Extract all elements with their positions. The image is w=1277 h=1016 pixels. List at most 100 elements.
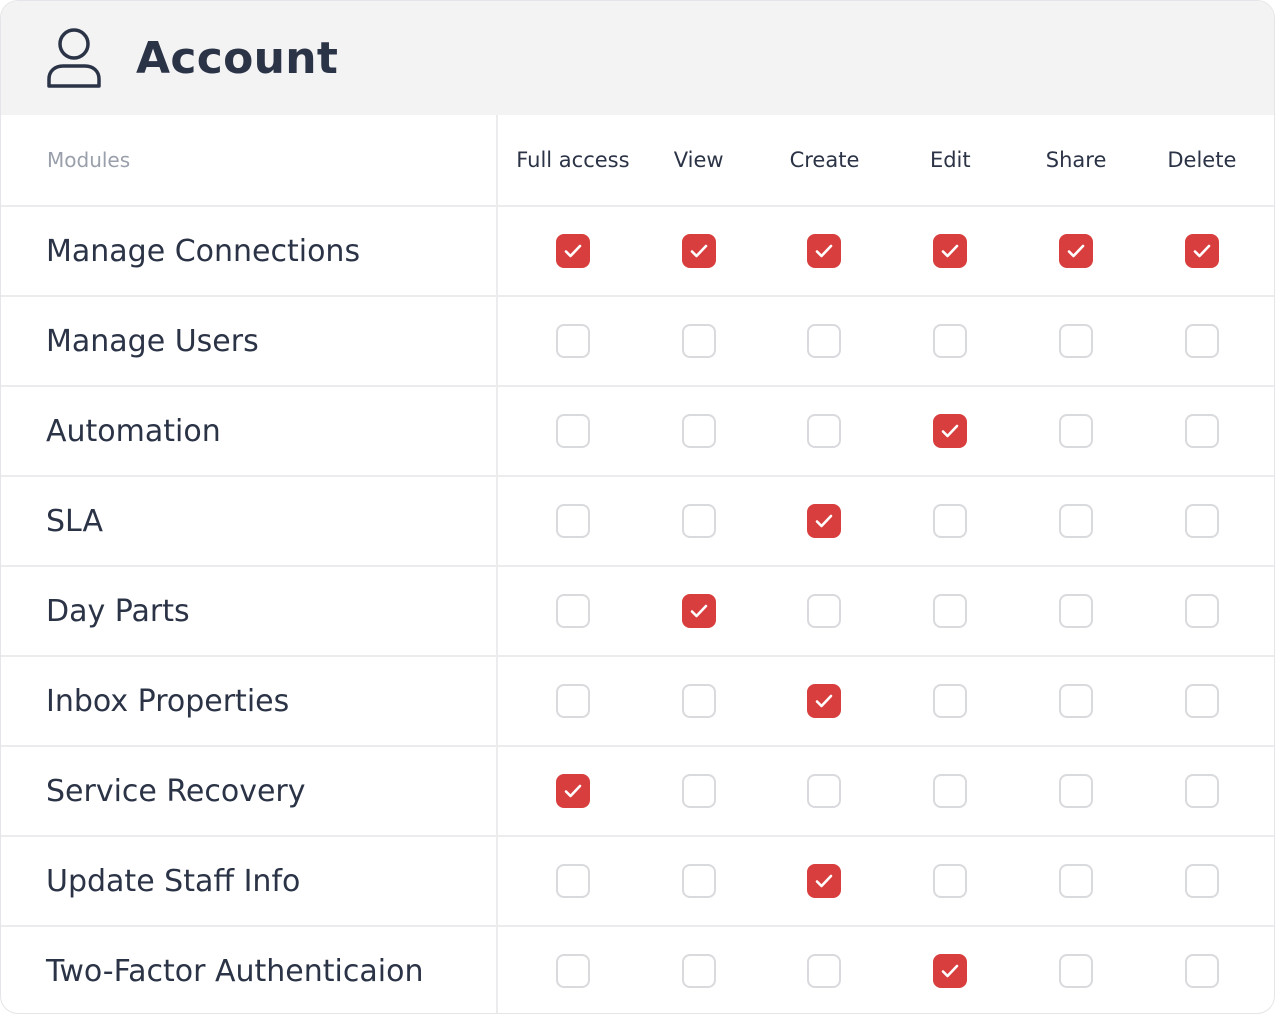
- permission-checkbox[interactable]: [807, 234, 842, 268]
- permission-column-headers: Full access View Create Edit Share Delete: [498, 115, 1274, 205]
- permission-checkbox[interactable]: [933, 504, 968, 538]
- permission-cell: [1139, 387, 1265, 475]
- permission-checkbox[interactable]: [555, 504, 590, 538]
- column-header: View: [636, 115, 762, 205]
- permission-cell: [636, 657, 762, 745]
- check-icon: [816, 514, 833, 528]
- permission-checkbox[interactable]: [933, 684, 968, 718]
- permission-checkbox[interactable]: [1184, 594, 1219, 628]
- permission-checkbox[interactable]: [1184, 504, 1219, 538]
- table-row: Two-Factor Authenticaion: [1, 925, 1274, 1013]
- permission-checkbox[interactable]: [1184, 234, 1219, 268]
- permission-checkbox[interactable]: [933, 954, 968, 988]
- permission-checkbox[interactable]: [681, 864, 716, 898]
- card-header: Account: [1, 1, 1274, 115]
- permission-checkbox[interactable]: [681, 774, 716, 808]
- check-icon: [564, 784, 582, 798]
- permission-cells: [498, 837, 1274, 925]
- permission-cells: [498, 477, 1274, 565]
- permissions-card: Account Modules Full access View Create Edi…: [0, 0, 1275, 1014]
- permission-cell: [510, 567, 636, 655]
- permission-checkbox[interactable]: [1059, 684, 1094, 718]
- column-header-label: Create: [789, 148, 860, 172]
- permission-checkbox[interactable]: [555, 234, 590, 268]
- permission-checkbox[interactable]: [555, 414, 590, 448]
- permission-checkbox[interactable]: [681, 684, 716, 718]
- permission-cell: [1139, 927, 1265, 1013]
- permission-cell: [1139, 297, 1265, 385]
- permission-checkbox[interactable]: [933, 594, 968, 628]
- module-name: SLA: [1, 477, 498, 565]
- column-header-label: Edit: [929, 148, 971, 172]
- permission-checkbox[interactable]: [1059, 864, 1094, 898]
- permission-checkbox[interactable]: [555, 324, 590, 358]
- table-row: Automation: [1, 385, 1274, 475]
- permission-cell: [1139, 657, 1265, 745]
- permission-cell: [636, 297, 762, 385]
- permission-checkbox[interactable]: [555, 864, 590, 898]
- permission-cell: [636, 567, 762, 655]
- permission-checkbox[interactable]: [807, 774, 842, 808]
- check-icon: [1193, 244, 1211, 258]
- permission-checkbox[interactable]: [681, 414, 716, 448]
- permission-checkbox[interactable]: [681, 324, 716, 358]
- permission-checkbox[interactable]: [1059, 594, 1094, 628]
- permission-checkbox[interactable]: [555, 684, 590, 718]
- permission-checkbox[interactable]: [807, 414, 842, 448]
- check-icon: [690, 244, 707, 258]
- permission-cell: [887, 207, 1013, 295]
- permission-cell: [1013, 477, 1139, 565]
- module-name: Two-Factor Authenticaion: [1, 927, 498, 1013]
- permission-checkbox[interactable]: [1059, 774, 1094, 808]
- permission-checkbox[interactable]: [933, 414, 968, 448]
- permission-checkbox[interactable]: [1059, 324, 1094, 358]
- permission-cell: [510, 387, 636, 475]
- permission-checkbox[interactable]: [681, 594, 716, 628]
- table-header-row: Modules Full access View Create Edit Share De…: [1, 115, 1274, 205]
- permission-checkbox[interactable]: [807, 684, 842, 718]
- permission-cell: [510, 837, 636, 925]
- permission-checkbox[interactable]: [1059, 414, 1094, 448]
- permission-checkbox[interactable]: [933, 324, 968, 358]
- permission-checkbox[interactable]: [807, 594, 842, 628]
- permission-checkbox[interactable]: [1184, 324, 1219, 358]
- permission-checkbox[interactable]: [933, 234, 968, 268]
- permission-cell: [1139, 747, 1265, 835]
- permission-checkbox[interactable]: [555, 774, 590, 808]
- check-icon: [564, 244, 582, 258]
- permission-checkbox[interactable]: [555, 954, 590, 988]
- permission-checkbox[interactable]: [807, 954, 842, 988]
- permission-checkbox[interactable]: [555, 594, 590, 628]
- permission-checkbox[interactable]: [807, 324, 842, 358]
- permission-checkbox[interactable]: [1184, 864, 1219, 898]
- permissions-table: Modules Full access View Create Edit Share De…: [1, 115, 1274, 1013]
- permission-checkbox[interactable]: [1184, 684, 1219, 718]
- permission-cells: [498, 657, 1274, 745]
- permission-cell: [762, 297, 888, 385]
- permission-checkbox[interactable]: [681, 954, 716, 988]
- table-row: Service Recovery: [1, 745, 1274, 835]
- permission-checkbox[interactable]: [1059, 504, 1094, 538]
- permission-cells: [498, 927, 1274, 1013]
- permission-checkbox[interactable]: [681, 504, 716, 538]
- column-header: Create: [762, 115, 888, 205]
- permission-cell: [510, 657, 636, 745]
- check-icon: [690, 604, 707, 618]
- permission-checkbox[interactable]: [1184, 414, 1219, 448]
- column-header-label: Share: [1045, 148, 1107, 172]
- permission-cell: [636, 837, 762, 925]
- permission-cell: [887, 657, 1013, 745]
- permission-checkbox[interactable]: [807, 504, 842, 538]
- permission-checkbox[interactable]: [807, 864, 842, 898]
- permission-checkbox[interactable]: [933, 774, 968, 808]
- permission-cell: [762, 207, 888, 295]
- module-name: Automation: [1, 387, 498, 475]
- permission-cell: [636, 927, 762, 1013]
- permission-checkbox[interactable]: [933, 864, 968, 898]
- permission-checkbox[interactable]: [1059, 234, 1094, 268]
- permission-checkbox[interactable]: [681, 234, 716, 268]
- permission-checkbox[interactable]: [1184, 774, 1219, 808]
- permission-checkbox[interactable]: [1184, 954, 1219, 988]
- table-row: Manage Connections: [1, 205, 1274, 295]
- permission-checkbox[interactable]: [1059, 954, 1094, 988]
